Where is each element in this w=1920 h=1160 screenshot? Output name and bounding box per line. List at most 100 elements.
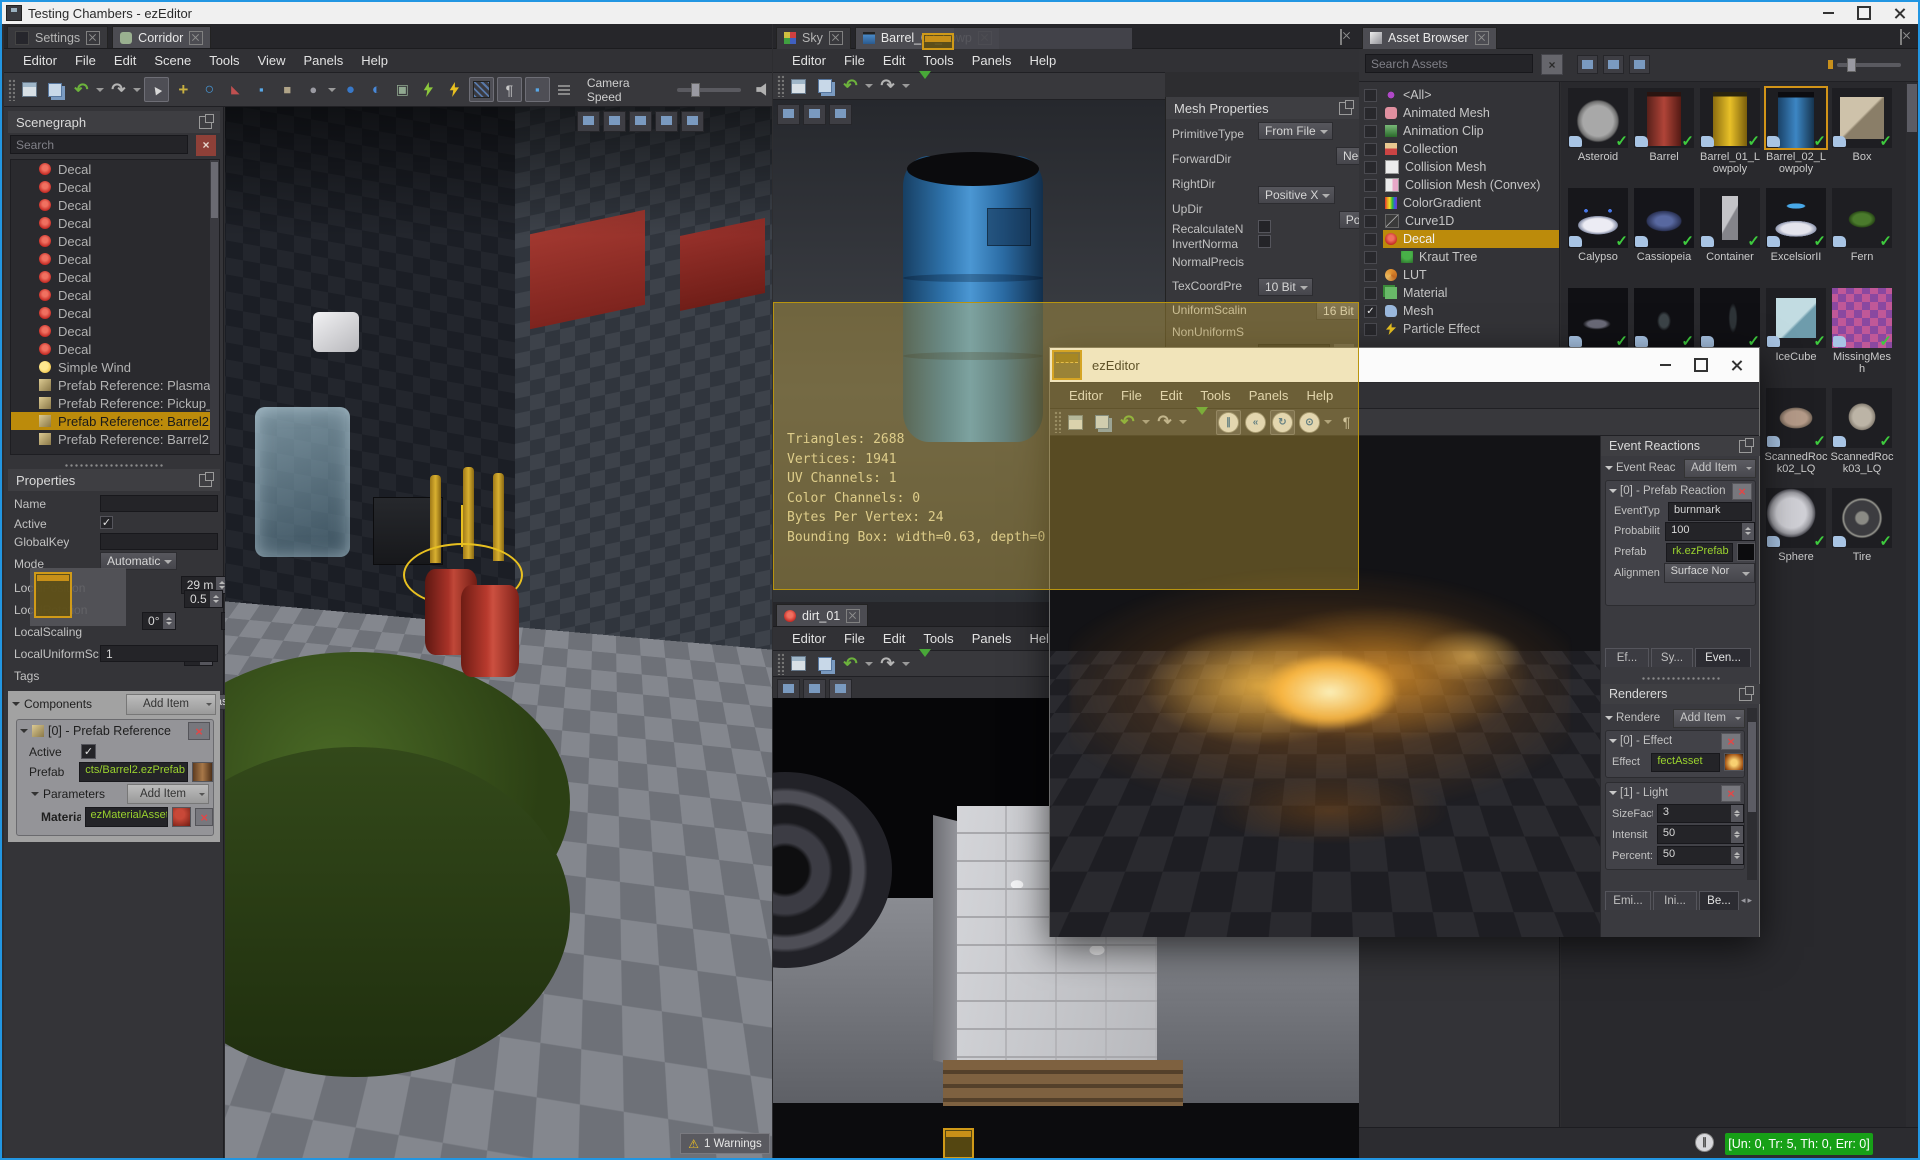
scrollbar-thumb[interactable]: [1907, 84, 1917, 132]
prefab-thumbnail-button[interactable]: [191, 762, 213, 782]
redo-button[interactable]: [876, 652, 899, 675]
toolbar-grip[interactable]: [777, 652, 784, 675]
save-button[interactable]: [787, 75, 810, 98]
tab-corridor[interactable]: Corridor: [112, 26, 212, 48]
translate-gizmo-button[interactable]: [172, 78, 195, 101]
snap-settings-button[interactable]: [276, 78, 299, 101]
minimize-button[interactable]: [1810, 3, 1846, 23]
event-reactions-header[interactable]: Event Reactions: [1601, 436, 1760, 456]
type-filter-checkbox[interactable]: [1364, 178, 1377, 192]
menu-item[interactable]: Tools: [914, 51, 962, 70]
undo-button[interactable]: [839, 652, 862, 675]
type-filter-checkbox[interactable]: [1364, 286, 1377, 300]
run-project-button[interactable]: [443, 78, 466, 101]
asset-type-row[interactable]: Material: [1359, 284, 1559, 302]
menu-item[interactable]: Editor: [783, 629, 835, 648]
world-space-button[interactable]: [302, 78, 325, 101]
asset-tile[interactable]: ScannedRock03_LQ: [1829, 388, 1895, 485]
asset-tile[interactable]: Sphere: [1763, 488, 1829, 585]
transform-all-icon[interactable]: [1603, 55, 1624, 74]
collapse-icon[interactable]: [31, 791, 39, 800]
viewport-screenshot-icon[interactable]: [829, 104, 852, 125]
properties-panel-header[interactable]: Properties: [8, 469, 220, 491]
menu-item[interactable]: Help: [1020, 51, 1065, 70]
tab-scroll-right-icon[interactable]: ▸: [1748, 895, 1753, 906]
undo-dropdown-icon[interactable]: [865, 84, 873, 92]
refresh-assets-icon[interactable]: [1577, 55, 1598, 74]
percentage-spinner[interactable]: 50: [1656, 846, 1744, 865]
asset-tile[interactable]: ExcelsiorII: [1763, 188, 1829, 285]
menu-item[interactable]: Tools: [200, 51, 248, 70]
scrollbar-thumb[interactable]: [211, 162, 218, 218]
select-tool-button[interactable]: [143, 77, 169, 102]
scenegraph-search-input[interactable]: [10, 135, 188, 154]
add-parameter-button[interactable]: Add Item: [127, 784, 209, 804]
scenegraph-panel-header[interactable]: Scenegraph: [8, 111, 220, 133]
scenegraph-node[interactable]: Decal: [11, 160, 219, 178]
type-filter-checkbox[interactable]: [1364, 196, 1377, 210]
renderers-scrollbar[interactable]: [1747, 708, 1757, 880]
float-panel-icon[interactable]: [1739, 685, 1754, 701]
menu-item[interactable]: File: [835, 51, 874, 70]
close-tab-icon[interactable]: [846, 608, 861, 623]
asset-type-row[interactable]: Particle Effect: [1359, 320, 1559, 338]
scenegraph-node[interactable]: Decal: [11, 232, 219, 250]
minimize-button[interactable]: [1647, 355, 1683, 375]
menu-item[interactable]: Edit: [874, 51, 914, 70]
asset-tile[interactable]: Box: [1829, 88, 1895, 185]
remove-parameter-button[interactable]: [195, 808, 213, 826]
asset-type-row[interactable]: Collision Mesh (Convex): [1359, 176, 1559, 194]
scenegraph-node[interactable]: Decal: [11, 286, 219, 304]
viewport-camera-icon[interactable]: [577, 111, 600, 132]
tab-sky[interactable]: Sky: [776, 26, 851, 49]
play-scene-button[interactable]: [339, 78, 362, 101]
tab-scroll-left-icon[interactable]: ◂: [1741, 895, 1746, 906]
scenegraph-node[interactable]: Decal: [11, 250, 219, 268]
prefab-asset-field[interactable]: cts/Barrel2.ezPrefab: [79, 762, 188, 782]
viewport-screenshot-icon[interactable]: [829, 678, 852, 700]
asset-search-input[interactable]: [1365, 54, 1533, 73]
redo-dropdown-icon[interactable]: [902, 84, 910, 92]
close-panel-icon[interactable]: [1900, 29, 1902, 45]
maximize-button[interactable]: [1846, 3, 1882, 23]
undo-button[interactable]: [839, 75, 862, 98]
menu-item[interactable]: Editor: [783, 51, 835, 70]
asset-tile[interactable]: Fern: [1829, 188, 1895, 285]
list-view-icon[interactable]: [1629, 55, 1650, 74]
sizefactor-spinner[interactable]: 3: [1656, 804, 1744, 823]
tab-emitter[interactable]: Emi...: [1605, 891, 1651, 910]
scenegraph-node[interactable]: Prefab Reference: Barrel2: [11, 430, 219, 448]
menu-item[interactable]: Editor: [14, 51, 66, 70]
collapse-icon[interactable]: [1609, 488, 1617, 497]
grid-button[interactable]: [553, 78, 576, 101]
normalprecision-dropdown[interactable]: 10 Bit: [1258, 278, 1313, 296]
scenegraph-scrollbar[interactable]: [210, 160, 219, 454]
asset-tile[interactable]: Tire: [1829, 488, 1895, 585]
type-filter-checkbox[interactable]: [1364, 106, 1377, 120]
type-filter-checkbox[interactable]: [1364, 304, 1377, 318]
viewport-window-icon[interactable]: [603, 111, 626, 132]
undo-dropdown-icon[interactable]: [95, 87, 104, 96]
collapse-icon[interactable]: [12, 701, 20, 710]
redo-dropdown-icon[interactable]: [902, 661, 910, 670]
background-process-badge[interactable]: [Un: 0, Tr: 5, Th: 0, Err: 0]: [1725, 1133, 1873, 1155]
pause-log-icon[interactable]: [1695, 1133, 1714, 1152]
menu-item[interactable]: Help: [352, 51, 397, 70]
camera-speed-slider-thumb[interactable]: [690, 82, 700, 97]
active-checkbox[interactable]: [100, 516, 113, 529]
scenegraph-node[interactable]: Simple Wind: [11, 358, 219, 376]
asset-tile[interactable]: Barrel_02_Lowpoly: [1763, 86, 1829, 185]
asset-tile[interactable]: IceCube: [1763, 288, 1829, 385]
asset-type-row[interactable]: Decal: [1359, 230, 1559, 248]
save-button[interactable]: [18, 78, 41, 101]
name-field[interactable]: [100, 495, 218, 512]
save-button[interactable]: [787, 652, 810, 675]
asset-tile[interactable]: Calypso: [1565, 188, 1631, 285]
tab-settings[interactable]: Settings: [7, 26, 109, 48]
menu-item[interactable]: Panels: [963, 51, 1021, 70]
tab-events[interactable]: Even...: [1695, 648, 1751, 667]
type-filter-checkbox[interactable]: [1364, 142, 1377, 156]
scale-gizmo-button[interactable]: [224, 78, 247, 101]
close-panel-icon[interactable]: [1340, 29, 1342, 45]
asset-tile[interactable]: Barrel_01_Lowpoly: [1697, 88, 1763, 185]
